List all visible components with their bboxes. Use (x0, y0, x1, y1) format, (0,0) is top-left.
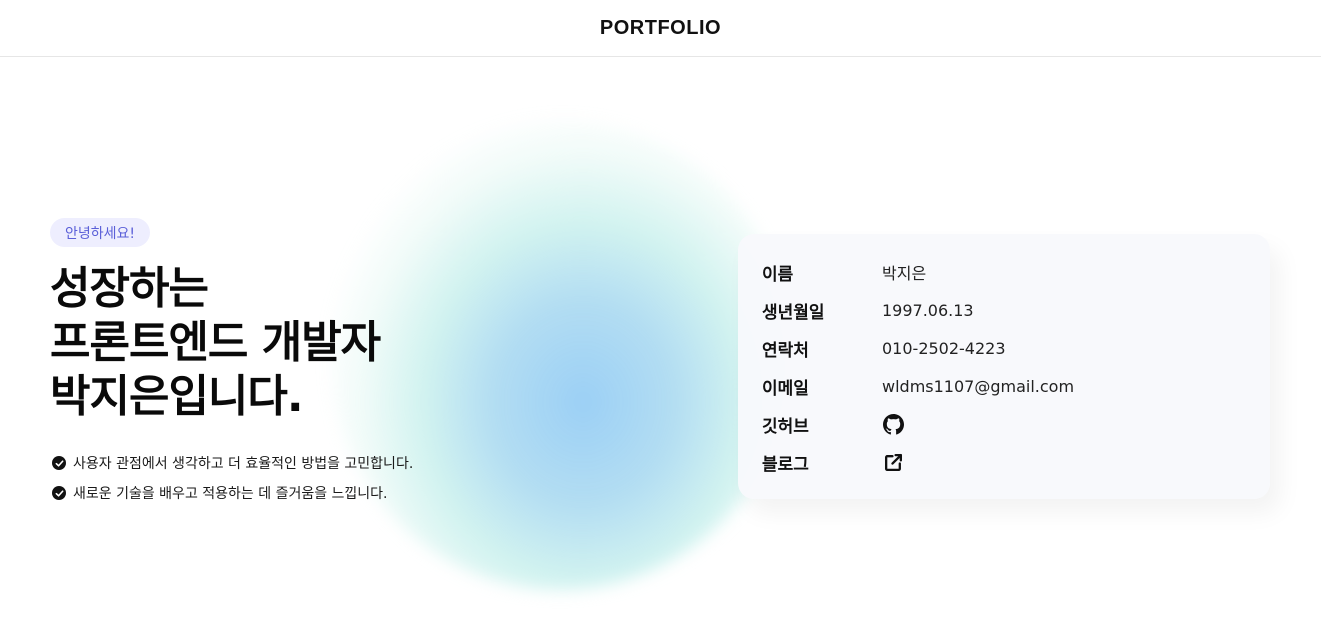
info-label: 이름 (762, 264, 794, 285)
info-label: 블로그 (762, 454, 809, 475)
info-row-blog: 블로그 (762, 443, 904, 481)
info-row-github: 깃허브 (762, 405, 904, 443)
github-icon[interactable] (882, 413, 904, 435)
site-title-link[interactable]: PORTFOLIO (600, 17, 721, 40)
hero-title-line: 프론트엔드 개발자 (50, 317, 381, 368)
hero-title: 성장하는 프론트엔드 개발자 박지은입니다. (50, 262, 570, 424)
info-label: 이메일 (762, 378, 809, 399)
info-label: 깃허브 (762, 416, 809, 437)
intro-points-list: 사용자 관점에서 생각하고 더 효율적인 방법을 고민합니다. 새로운 기술을 … (52, 448, 413, 508)
intro-point-text: 새로운 기술을 배우고 적용하는 데 즐거움을 느낍니다. (73, 486, 388, 502)
info-row-phone: 연락처 010-2502-4223 (762, 329, 1006, 367)
info-row-name: 이름 박지은 (762, 253, 926, 291)
external-link-icon[interactable] (882, 451, 904, 473)
info-row-birthdate: 생년월일 1997.06.13 (762, 291, 974, 329)
info-value-name: 박지은 (882, 264, 927, 283)
info-value-email: wldms1107@gmail.com (882, 376, 1075, 396)
intro-point: 사용자 관점에서 생각하고 더 효율적인 방법을 고민합니다. (52, 448, 413, 478)
check-circle-icon (52, 486, 66, 500)
site-header: PORTFOLIO (0, 0, 1321, 57)
info-label: 연락처 (762, 340, 809, 361)
greeting-badge: 안녕하세요! (50, 218, 151, 247)
hero-title-line: 성장하는 (50, 263, 209, 314)
hero-title-line: 박지은입니다. (50, 371, 304, 422)
check-circle-icon (52, 456, 66, 470)
intro-point: 새로운 기술을 배우고 적용하는 데 즐거움을 느낍니다. (52, 478, 413, 508)
intro-point-text: 사용자 관점에서 생각하고 더 효율적인 방법을 고민합니다. (73, 456, 414, 472)
info-value-phone: 010-2502-4223 (882, 338, 1006, 358)
info-label: 생년월일 (762, 302, 825, 323)
profile-info-card: 이름 박지은 생년월일 1997.06.13 연락처 010-2502-4223… (738, 234, 1270, 499)
info-value-birthdate: 1997.06.13 (882, 300, 974, 320)
info-row-email: 이메일 wldms1107@gmail.com (762, 367, 1074, 405)
